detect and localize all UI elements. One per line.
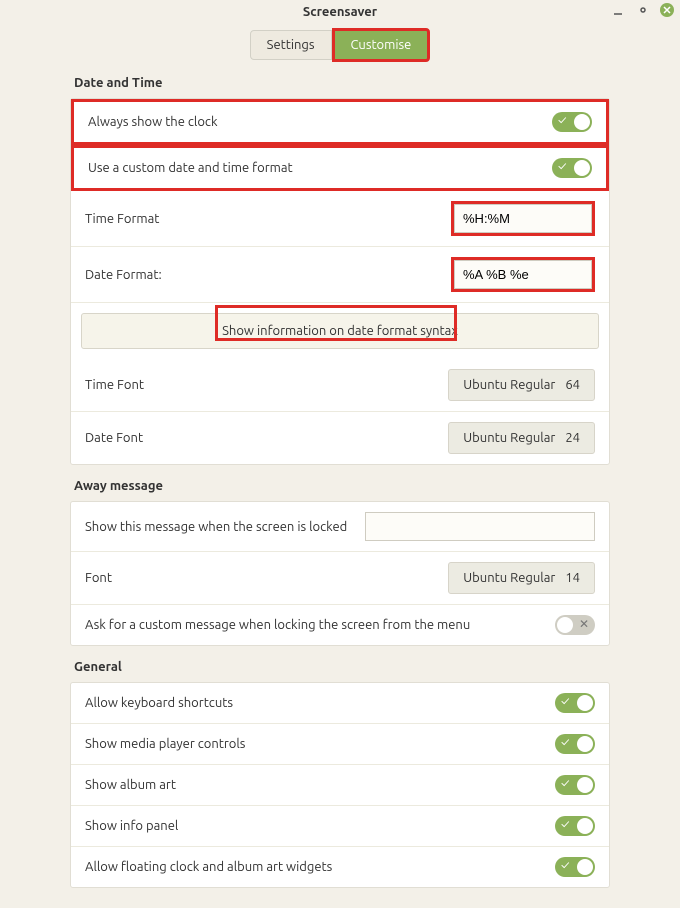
row-show-media: Show media player controls ✓ <box>71 724 609 765</box>
maximize-icon[interactable] <box>636 3 650 17</box>
button-away-font[interactable]: Ubuntu Regular 14 <box>448 562 595 594</box>
label-always-show-clock: Always show the clock <box>88 115 552 129</box>
row-time-format: Time Format <box>71 191 609 247</box>
label-away-message: Show this message when the screen is loc… <box>85 520 347 534</box>
time-font-size: 64 <box>565 378 580 392</box>
date-font-name: Ubuntu Regular <box>463 431 555 445</box>
label-date-format: Date Format: <box>85 268 451 282</box>
row-allow-keyboard: Allow keyboard shortcuts ✓ <box>71 683 609 724</box>
toggle-always-show-clock[interactable]: ✓ <box>552 112 592 132</box>
label-allow-keyboard: Allow keyboard shortcuts <box>85 696 555 710</box>
row-date-format: Date Format: <box>71 247 609 303</box>
label-time-font: Time Font <box>85 378 448 392</box>
label-show-album: Show album art <box>85 778 555 792</box>
time-font-name: Ubuntu Regular <box>463 378 555 392</box>
card-away: Show this message when the screen is loc… <box>70 501 610 646</box>
window-title: Screensaver <box>303 5 377 19</box>
button-date-font[interactable]: Ubuntu Regular 24 <box>448 422 595 454</box>
label-ask-custom: Ask for a custom message when locking th… <box>85 618 555 632</box>
card-general: Allow keyboard shortcuts ✓ Show media pl… <box>70 682 610 888</box>
row-show-album: Show album art ✓ <box>71 765 609 806</box>
input-away-message[interactable] <box>365 512 595 541</box>
row-time-font: Time Font Ubuntu Regular 64 <box>71 359 609 412</box>
window-controls <box>612 3 674 17</box>
label-allow-floating: Allow floating clock and album art widge… <box>85 860 555 874</box>
button-time-font[interactable]: Ubuntu Regular 64 <box>448 369 595 401</box>
away-font-size: 14 <box>565 571 580 585</box>
row-date-font: Date Font Ubuntu Regular 24 <box>71 412 609 464</box>
label-custom-format: Use a custom date and time format <box>88 161 552 175</box>
row-away-font: Font Ubuntu Regular 14 <box>71 552 609 605</box>
row-allow-floating: Allow floating clock and album art widge… <box>71 847 609 887</box>
row-ask-custom: Ask for a custom message when locking th… <box>71 605 609 645</box>
input-time-format[interactable] <box>454 204 592 233</box>
label-show-media: Show media player controls <box>85 737 555 751</box>
button-show-syntax-info[interactable]: Show information on date format syntax <box>81 313 599 349</box>
row-syntax-button: Show information on date format syntax <box>71 303 609 359</box>
away-font-name: Ubuntu Regular <box>463 571 555 585</box>
row-always-show-clock: Always show the clock ✓ <box>71 99 609 145</box>
row-away-message: Show this message when the screen is loc… <box>71 502 609 552</box>
toggle-ask-custom[interactable]: ✕ <box>555 615 595 635</box>
toggle-allow-keyboard[interactable]: ✓ <box>555 693 595 713</box>
row-show-info: Show info panel ✓ <box>71 806 609 847</box>
toggle-allow-floating[interactable]: ✓ <box>555 857 595 877</box>
label-time-format: Time Format <box>85 212 451 226</box>
section-away-header: Away message <box>74 479 610 493</box>
label-show-info: Show info panel <box>85 819 555 833</box>
date-font-size: 24 <box>565 431 580 445</box>
window-titlebar: Screensaver <box>0 0 680 24</box>
row-custom-format: Use a custom date and time format ✓ <box>71 145 609 191</box>
label-date-font: Date Font <box>85 431 448 445</box>
minimize-icon[interactable] <box>612 3 626 17</box>
toggle-custom-format[interactable]: ✓ <box>552 158 592 178</box>
toggle-show-media[interactable]: ✓ <box>555 734 595 754</box>
input-date-format[interactable] <box>454 260 592 289</box>
section-general-header: General <box>74 660 610 674</box>
section-date-time-header: Date and Time <box>74 76 610 90</box>
tab-settings[interactable]: Settings <box>250 30 332 60</box>
close-icon[interactable] <box>660 3 674 17</box>
toggle-show-info[interactable]: ✓ <box>555 816 595 836</box>
card-date-time: Always show the clock ✓ Use a custom dat… <box>70 98 610 465</box>
content-area: Date and Time Always show the clock ✓ Us… <box>0 76 680 908</box>
label-away-font: Font <box>85 571 448 585</box>
tab-customise[interactable]: Customise <box>332 28 431 62</box>
toggle-show-album[interactable]: ✓ <box>555 775 595 795</box>
tab-bar: Settings Customise <box>0 28 680 62</box>
